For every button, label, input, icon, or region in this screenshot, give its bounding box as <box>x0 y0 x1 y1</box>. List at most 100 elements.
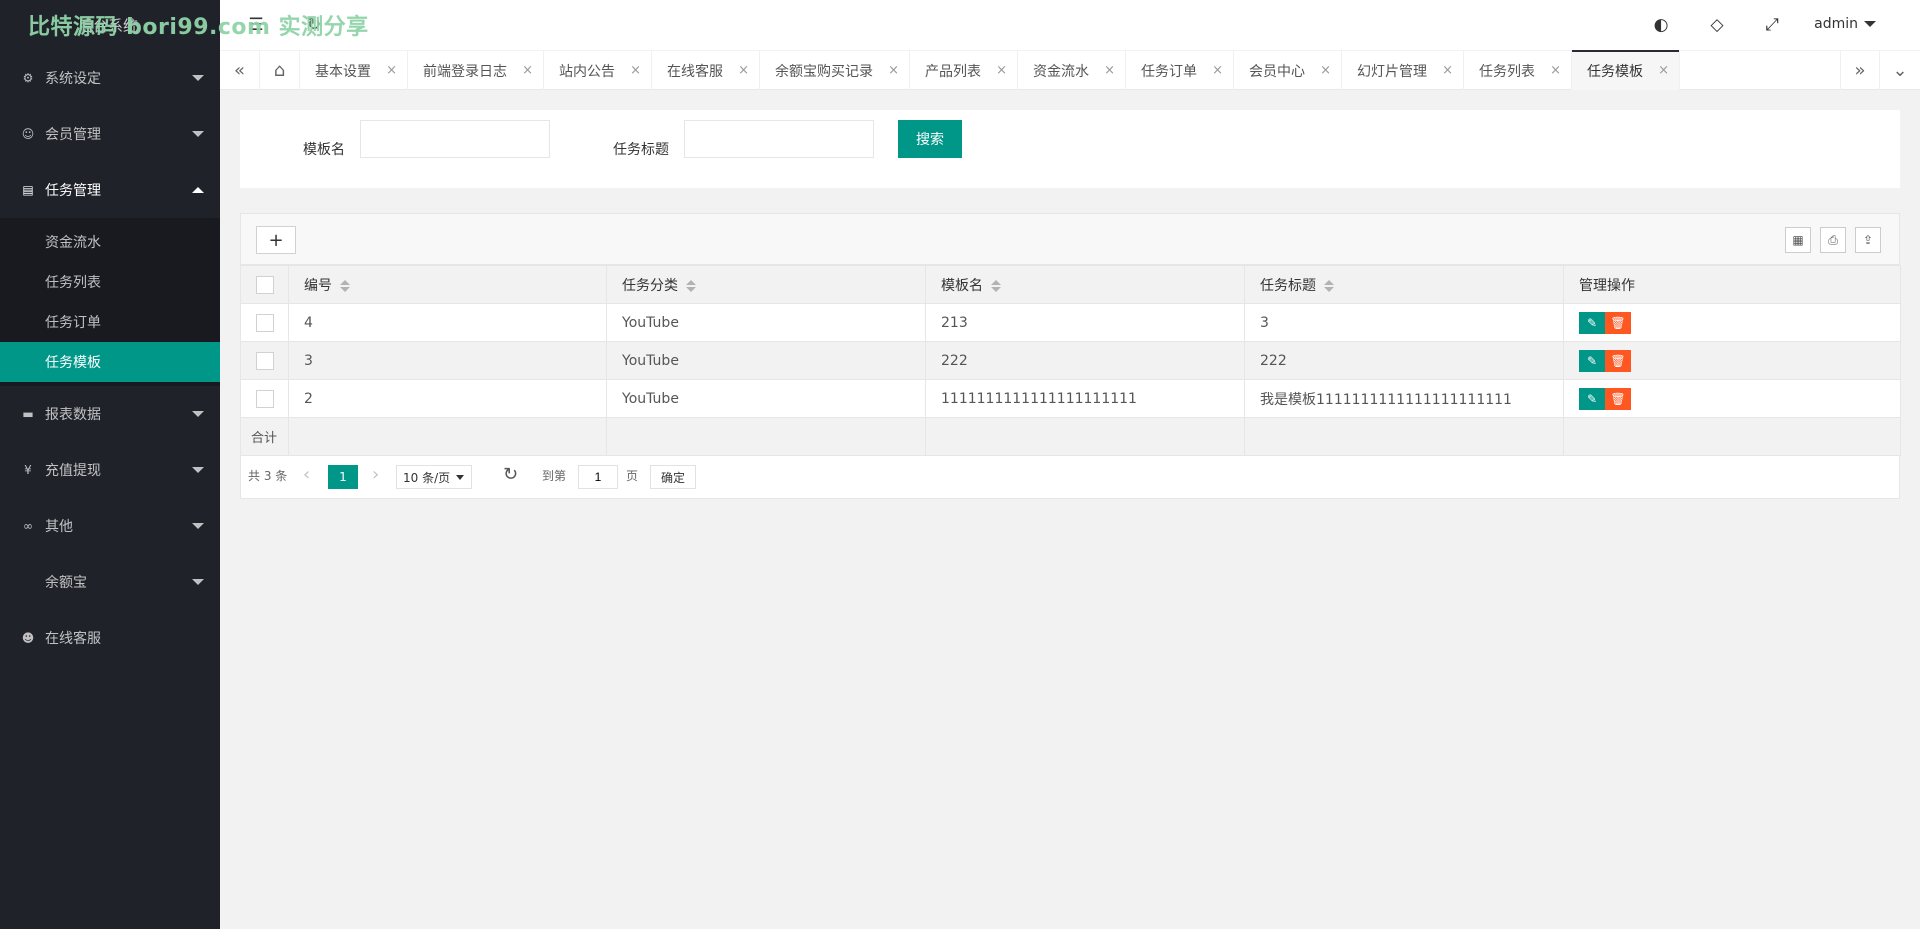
tab-label: 任务订单 <box>1141 63 1197 80</box>
edit-button[interactable]: ✎ <box>1579 349 1605 372</box>
sidebar-item-member-management[interactable]: ☺ 会员管理 <box>0 106 220 162</box>
chevron-down-icon <box>192 75 204 81</box>
close-icon[interactable]: × <box>888 63 899 78</box>
close-icon[interactable]: × <box>1320 63 1331 78</box>
sidebar-subitem-task-list[interactable]: 任务列表 <box>0 262 220 302</box>
tabs: 基本设置 × 前端登录日志 × 站内公告 × 在线客服 × 余额宝购买记录 × 产品列表 ×… <box>300 50 1680 90</box>
chevron-down-icon <box>192 131 204 137</box>
delete-button[interactable]: 🗑 <box>1605 311 1631 334</box>
delete-button[interactable]: 🗑 <box>1605 387 1631 410</box>
column-label: 任务分类 <box>622 277 678 294</box>
close-icon[interactable]: × <box>630 63 641 78</box>
tab-member-center[interactable]: 会员中心 × <box>1234 51 1342 90</box>
column-header-template[interactable]: 模板名 <box>925 265 1245 304</box>
total-cell <box>606 417 926 456</box>
tab-task-orders[interactable]: 任务订单 × <box>1126 51 1234 90</box>
row-checkbox[interactable] <box>256 389 274 408</box>
sidebar-item-yuebao[interactable]: 余额宝 <box>0 554 220 610</box>
row-checkbox[interactable] <box>256 351 274 370</box>
current-page-button[interactable]: 1 <box>328 465 358 489</box>
close-icon[interactable]: × <box>738 63 749 78</box>
close-icon[interactable]: × <box>996 63 1007 78</box>
total-row: 合计 <box>240 417 1901 456</box>
close-icon[interactable]: × <box>1212 63 1223 78</box>
close-icon[interactable]: × <box>1658 63 1669 78</box>
edit-button[interactable]: ✎ <box>1579 387 1605 410</box>
cell-category: YouTube <box>606 379 926 418</box>
chevron-down-icon <box>192 467 204 473</box>
tab-task-templates[interactable]: 任务模板 × <box>1572 50 1680 90</box>
sidebar-item-recharge-withdraw[interactable]: ¥ 充值提现 <box>0 442 220 498</box>
print-icon[interactable]: ⎙ <box>1820 227 1846 253</box>
sort-icon[interactable] <box>686 279 696 293</box>
delete-button[interactable]: 🗑 <box>1605 349 1631 372</box>
tabs-more-icon[interactable]: ⌄ <box>1880 51 1920 90</box>
search-button[interactable]: 搜索 <box>898 120 962 158</box>
sidebar-item-system-settings[interactable]: ⚙ 系统设定 <box>0 50 220 106</box>
page-size-select[interactable]: 10 条/页 <box>396 465 472 489</box>
goto-confirm-button[interactable]: 确定 <box>650 465 696 489</box>
close-icon[interactable]: × <box>386 63 397 78</box>
sidebar-item-reports[interactable]: ▬ 报表数据 <box>0 386 220 442</box>
select-all-checkbox[interactable] <box>256 275 274 294</box>
add-button[interactable]: + <box>256 226 296 254</box>
table-header-row: 编号 任务分类 模板名 任务标题 管理操作 <box>240 265 1901 304</box>
sort-icon[interactable] <box>340 279 350 293</box>
user-menu[interactable]: admin <box>1814 16 1876 32</box>
tab-yuebao-records[interactable]: 余额宝购买记录 × <box>760 51 910 90</box>
sort-icon[interactable] <box>1324 279 1334 293</box>
tab-label: 余额宝购买记录 <box>775 63 873 80</box>
tag-icon[interactable]: ◇ <box>1707 15 1727 35</box>
close-icon[interactable]: × <box>1550 63 1561 78</box>
sort-icon[interactable] <box>991 279 1001 293</box>
tab-online-service[interactable]: 在线客服 × <box>652 51 760 90</box>
tab-label: 幻灯片管理 <box>1357 63 1427 80</box>
fullscreen-icon[interactable]: ⤢ <box>1762 15 1782 35</box>
cell-id: 4 <box>288 303 607 342</box>
sidebar-subitem-task-orders[interactable]: 任务订单 <box>0 302 220 342</box>
sidebar-item-other[interactable]: ∞ 其他 <box>0 498 220 554</box>
cell-title: 3 <box>1244 303 1564 342</box>
home-icon[interactable]: ⌂ <box>260 51 300 90</box>
close-icon[interactable]: × <box>1104 63 1115 78</box>
template-name-input[interactable] <box>360 120 550 158</box>
headset-icon: ☻ <box>21 631 35 645</box>
tabs-next-icon[interactable]: » <box>1840 51 1880 90</box>
tab-basic-settings[interactable]: 基本设置 × <box>300 51 408 90</box>
cell-template: 222 <box>925 341 1245 380</box>
sidebar-subitem-task-templates[interactable]: 任务模板 <box>0 342 220 382</box>
sidebar-item-label: 系统设定 <box>45 71 101 87</box>
tab-announcements[interactable]: 站内公告 × <box>544 51 652 90</box>
column-header-id[interactable]: 编号 <box>288 265 607 304</box>
close-icon[interactable]: × <box>1442 63 1453 78</box>
prev-page-icon[interactable]: ‹ <box>303 464 310 485</box>
close-icon[interactable]: × <box>522 63 533 78</box>
column-header-category[interactable]: 任务分类 <box>606 265 926 304</box>
next-page-icon[interactable]: › <box>372 464 379 485</box>
tab-fund-flow[interactable]: 资金流水 × <box>1018 51 1126 90</box>
sidebar-subitem-fund-flow[interactable]: 资金流水 <box>0 222 220 262</box>
edit-button[interactable]: ✎ <box>1579 311 1605 334</box>
chevron-up-icon <box>192 187 204 193</box>
task-title-input[interactable] <box>684 120 874 158</box>
export-icon[interactable]: ⇪ <box>1855 227 1881 253</box>
tab-login-log[interactable]: 前端登录日志 × <box>408 51 544 90</box>
column-header-title[interactable]: 任务标题 <box>1244 265 1564 304</box>
gear-icon: ⚙ <box>22 71 34 85</box>
theme-icon[interactable]: ◐ <box>1651 15 1671 35</box>
sidebar-item-task-management[interactable]: ▤ 任务管理 <box>0 162 220 218</box>
column-header-actions: 管理操作 <box>1563 265 1901 304</box>
tab-slides[interactable]: 幻灯片管理 × <box>1342 51 1464 90</box>
column-label: 编号 <box>304 277 332 294</box>
refresh-icon[interactable]: ↻ <box>503 464 518 485</box>
template-name-label: 模板名 <box>303 142 345 158</box>
columns-icon[interactable]: ▦ <box>1785 227 1811 253</box>
tab-product-list[interactable]: 产品列表 × <box>910 51 1018 90</box>
sidebar-item-online-service[interactable]: ☻ 在线客服 <box>0 610 220 666</box>
tabs-prev-icon[interactable]: « <box>220 51 260 90</box>
row-checkbox[interactable] <box>256 313 274 332</box>
tab-task-list[interactable]: 任务列表 × <box>1464 51 1572 90</box>
tab-bar: « ⌂ 基本设置 × 前端登录日志 × 站内公告 × 在线客服 × 余额宝购买记录 × 产… <box>220 50 1920 90</box>
goto-page-input[interactable] <box>578 465 618 489</box>
tab-label: 会员中心 <box>1249 63 1305 80</box>
